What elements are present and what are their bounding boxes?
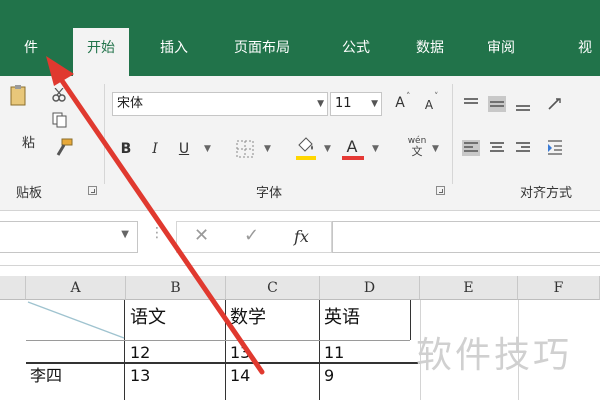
formula-input[interactable] — [332, 221, 600, 253]
table-border — [410, 300, 411, 340]
tab-review[interactable]: 审阅 — [487, 38, 515, 58]
indent-icon[interactable] — [546, 138, 566, 160]
cell-d3[interactable]: 9 — [324, 366, 334, 386]
bold-button[interactable]: B — [118, 138, 134, 162]
cell-d1[interactable]: 英语 — [324, 308, 360, 328]
cell-b2[interactable]: 12 — [130, 343, 150, 363]
grow-caret-icon: ˄ — [406, 92, 411, 102]
group-separator — [452, 84, 453, 184]
font-color-dropdown-icon[interactable]: ▼ — [372, 144, 379, 154]
paste-label: 粘 — [22, 136, 36, 151]
phonetic-guide-button[interactable]: wén 文 — [404, 136, 430, 158]
format-painter-icon[interactable] — [54, 138, 74, 162]
alignment-group-label: 对齐方式 — [520, 186, 573, 201]
align-right-icon[interactable] — [514, 140, 532, 156]
worksheet-grid: A B C D E F 语文 数学 英语 12 13 11 李四 13 14 9… — [0, 266, 600, 400]
column-header-b[interactable]: B — [126, 276, 226, 300]
tab-insert[interactable]: 插入 — [160, 38, 188, 58]
tab-formulas[interactable]: 公式 — [342, 38, 370, 58]
underline-button[interactable]: U — [176, 138, 192, 162]
select-all-corner[interactable] — [0, 276, 26, 300]
bottom-align-icon[interactable] — [514, 96, 532, 112]
borders-dropdown-icon[interactable]: ▼ — [264, 144, 271, 154]
cell-d2[interactable]: 11 — [324, 343, 344, 363]
chevron-down-icon[interactable]: ▼ — [371, 93, 378, 115]
cancel-icon[interactable]: ✕ — [194, 225, 209, 246]
font-dialog-launcher-icon[interactable] — [436, 186, 445, 195]
group-separator — [104, 84, 105, 184]
cut-icon[interactable] — [52, 87, 66, 106]
tab-file[interactable]: 件 — [24, 38, 38, 58]
increase-font-size-glyph: A — [395, 95, 405, 111]
cell-c1[interactable]: 数学 — [230, 308, 266, 328]
column-header-f[interactable]: F — [518, 276, 600, 300]
ribbon-home: 粘 贴板 宋体 ▼ 11 ▼ A ˄ A ˅ B I U ▼ ▼ ▼ A ▼ w… — [0, 76, 600, 211]
phonetic-dropdown-icon[interactable]: ▼ — [432, 144, 439, 154]
table-border — [26, 340, 410, 341]
tab-view[interactable]: 视 — [578, 38, 592, 58]
clipboard-group-label: 贴板 — [16, 186, 43, 201]
orientation-icon[interactable] — [546, 96, 566, 116]
tab-home[interactable]: 开始 — [73, 28, 129, 76]
tab-data[interactable]: 数据 — [416, 38, 444, 58]
cell-b3[interactable]: 13 — [130, 366, 150, 386]
font-name-combo[interactable]: 宋体 ▼ — [112, 92, 328, 116]
clipboard-dialog-launcher-icon[interactable] — [88, 186, 97, 195]
borders-icon[interactable] — [236, 140, 254, 162]
align-left-icon[interactable] — [462, 140, 480, 156]
phonetic-bottom-text: 文 — [411, 145, 423, 158]
watermark: 软件技巧 — [416, 335, 573, 376]
middle-align-icon[interactable] — [488, 96, 506, 112]
tab-page-layout[interactable]: 页面布局 — [234, 38, 290, 58]
chevron-down-icon[interactable]: ▼ — [317, 93, 324, 115]
diagonal-header-cell — [27, 301, 125, 339]
font-size-combo[interactable]: 11 ▼ — [330, 92, 382, 116]
enter-icon[interactable]: ✓ — [244, 225, 259, 246]
decrease-font-size-glyph: A — [424, 98, 434, 112]
more-options-icon[interactable]: ⋮ — [150, 225, 164, 241]
column-header-c[interactable]: C — [226, 276, 320, 300]
table-border — [319, 300, 320, 400]
name-box[interactable]: ▼ — [0, 221, 138, 253]
italic-button[interactable]: I — [148, 138, 162, 162]
cell-a3[interactable]: 李四 — [30, 366, 62, 386]
fill-color-icon[interactable] — [296, 136, 316, 158]
fill-color-dropdown-icon[interactable]: ▼ — [324, 144, 331, 154]
top-align-icon[interactable] — [462, 96, 480, 112]
column-header-d[interactable]: D — [320, 276, 420, 300]
table-border — [26, 362, 420, 364]
font-group-label: 字体 — [256, 186, 283, 201]
column-header-e[interactable]: E — [420, 276, 518, 300]
align-center-icon[interactable] — [488, 140, 506, 156]
fill-color-swatch — [296, 156, 316, 160]
copy-icon[interactable] — [52, 112, 68, 132]
formula-bar: ▼ ⋮ ✕ ✓ fx — [0, 211, 600, 266]
table-border — [225, 300, 226, 400]
chevron-down-icon[interactable]: ▼ — [121, 229, 129, 240]
font-name-value: 宋体 — [117, 96, 144, 111]
ribbon-tab-bar: 件 开始 插入 页面布局 公式 数据 审阅 视 — [0, 0, 600, 76]
font-size-value: 11 — [335, 96, 352, 111]
paste-icon[interactable] — [10, 84, 28, 110]
font-color-swatch — [342, 156, 364, 160]
insert-function-button[interactable]: fx — [294, 227, 309, 246]
cell-c3[interactable]: 14 — [230, 366, 250, 386]
underline-dropdown-icon[interactable]: ▼ — [204, 144, 211, 154]
cell-c2[interactable]: 13 — [230, 343, 250, 363]
shrink-caret-icon: ˅ — [434, 92, 439, 102]
column-header-a[interactable]: A — [26, 276, 126, 300]
cell-b1[interactable]: 语文 — [130, 308, 166, 328]
